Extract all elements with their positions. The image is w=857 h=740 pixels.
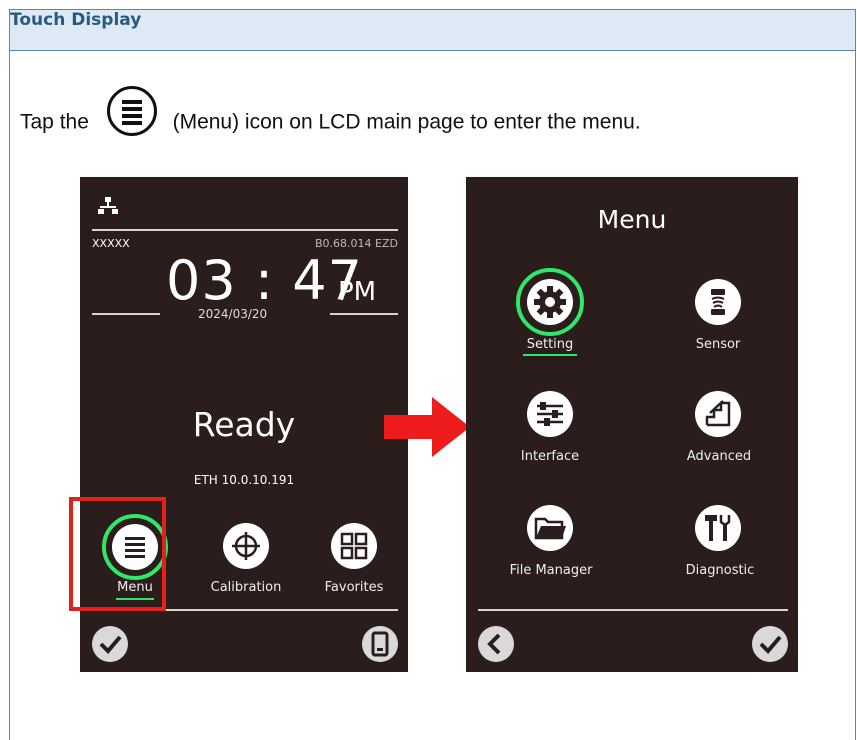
divider-top (92, 229, 398, 231)
file-manager-label: File Manager (509, 563, 593, 578)
crosshair-icon (223, 523, 269, 569)
interface-label: Interface (520, 449, 580, 464)
intro-before: Tap the (20, 110, 89, 134)
divider-date-right (330, 313, 398, 315)
device-icon[interactable] (362, 626, 398, 662)
sliders-icon (527, 391, 573, 437)
network-icon (98, 197, 118, 214)
printer-name: XXXXX (92, 237, 130, 250)
setting-label: Setting (526, 337, 574, 352)
lcd-menu-screen: Menu Setting Sensor Interface Advanced F… (466, 177, 798, 672)
section-title: Touch Display (10, 10, 142, 30)
menu-item-setting[interactable]: Setting (506, 265, 596, 356)
intro-after: (Menu) icon on LCD main page to enter th… (172, 110, 641, 134)
intro-text: Tap the (Menu) icon on LCD main page to … (20, 86, 641, 148)
advanced-label: Advanced (686, 449, 752, 464)
tools-icon (695, 505, 741, 551)
divider-bottom (478, 609, 788, 611)
back-icon[interactable] (478, 626, 514, 662)
gear-icon (527, 279, 573, 325)
network-address: ETH 10.0.10.191 (193, 473, 295, 487)
folder-icon (527, 505, 573, 551)
favorites-button[interactable]: Favorites (314, 517, 394, 603)
arrow-right-icon (384, 397, 470, 457)
setting-underline (523, 354, 577, 356)
clock-ampm: PM (338, 277, 377, 307)
menu-title: Menu (597, 205, 667, 234)
diagnostic-label: Diagnostic (685, 563, 755, 578)
calibration-button[interactable]: Calibration (198, 517, 294, 603)
check-icon[interactable] (752, 626, 788, 662)
menu-item-interface[interactable]: Interface (506, 381, 596, 471)
favorites-label: Favorites (324, 580, 384, 595)
menu-callout-box (69, 497, 166, 611)
grid-icon (331, 523, 377, 569)
menu-item-advanced[interactable]: Advanced (674, 381, 764, 471)
sensor-label: Sensor (695, 337, 741, 352)
check-icon[interactable] (92, 626, 128, 662)
calibration-label: Calibration (210, 580, 282, 595)
menu-item-diagnostic[interactable]: Diagnostic (670, 495, 770, 585)
status-ready: Ready (192, 405, 296, 444)
divider-date-left (92, 313, 160, 315)
sensor-icon (695, 279, 741, 325)
clock-time: 03 : 47 (166, 249, 363, 312)
menu-list-icon (106, 86, 157, 136)
clock-date: 2024/03/20 (198, 307, 268, 321)
stairs-icon (695, 391, 741, 437)
menu-item-file-manager[interactable]: File Manager (496, 495, 606, 585)
menu-item-sensor[interactable]: Sensor (674, 265, 764, 355)
